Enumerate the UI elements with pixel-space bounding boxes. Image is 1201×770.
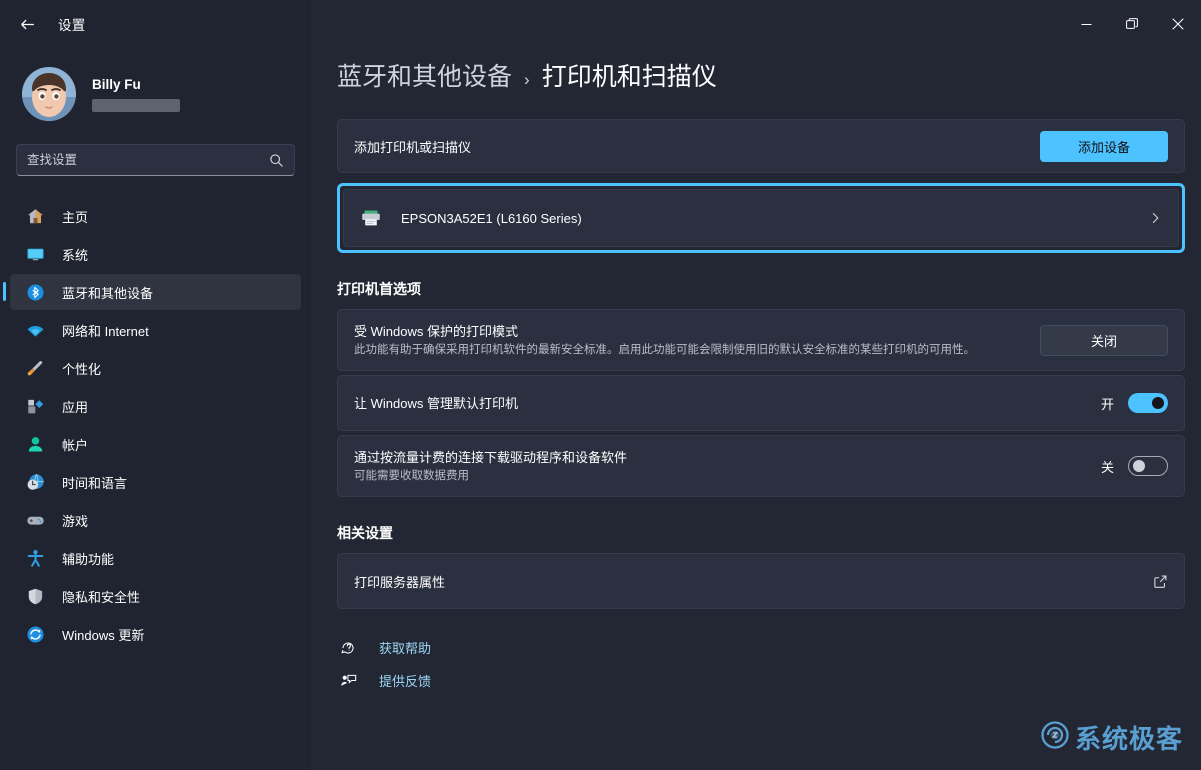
time-language-icon xyxy=(24,471,46,493)
sidebar-item-label: Windows 更新 xyxy=(62,627,145,643)
related-settings-heading: 相关设置 xyxy=(337,525,393,541)
sidebar-item-label: 辅助功能 xyxy=(62,551,115,567)
get-help-link[interactable]: 获取帮助 xyxy=(337,631,431,664)
chevron-right-icon xyxy=(1148,211,1162,225)
print-server-properties-label: 打印服务器属性 xyxy=(354,574,446,590)
help-icon xyxy=(337,639,359,656)
printer-preferences-heading: 打印机首选项 xyxy=(337,281,421,297)
sidebar-item-label: 网络和 Internet xyxy=(62,323,149,339)
settings-window: 设置 Billy Fu 查找设置 主页 系统 蓝牙和其他设备 网络和 Inter… xyxy=(0,0,1201,770)
printer-icon xyxy=(360,207,384,229)
page-title: 打印机和扫描仪 xyxy=(541,63,717,91)
profile-email-redacted xyxy=(92,98,180,112)
sidebar-item-apps[interactable]: 应用 xyxy=(10,388,301,424)
printer-highlight-outline: EPSON3A52E1 (L6160 Series) xyxy=(337,183,1185,253)
printer-list-item[interactable]: EPSON3A52E1 (L6160 Series) xyxy=(343,189,1179,247)
sidebar-item-personalization[interactable]: 个性化 xyxy=(10,350,301,386)
breadcrumb-parent[interactable]: 蓝牙和其他设备 xyxy=(337,57,512,93)
maximize-restore-button[interactable] xyxy=(1109,0,1155,48)
accounts-icon xyxy=(24,433,46,455)
profile-text: Billy Fu xyxy=(92,77,180,112)
footer-links: 获取帮助 提供反馈 xyxy=(337,631,1185,697)
apps-icon xyxy=(24,395,46,417)
feedback-icon xyxy=(337,672,359,689)
sidebar-nav: 主页 系统 蓝牙和其他设备 网络和 Internet 个性化 应用 帐户 时间和… xyxy=(0,198,311,652)
sidebar: Billy Fu 主页 xyxy=(0,0,311,770)
sidebar-item-label: 游戏 xyxy=(62,513,89,529)
personalization-icon xyxy=(24,357,46,379)
avatar xyxy=(22,67,76,121)
bluetooth-icon xyxy=(24,281,46,303)
sidebar-item-label: 个性化 xyxy=(62,361,102,377)
manage-default-printer-title: 让 Windows 管理默认打印机 xyxy=(354,395,518,411)
protected-print-mode-title: 受 Windows 保护的打印模式 xyxy=(354,323,518,339)
search-input[interactable] xyxy=(27,153,269,167)
sidebar-item-label: 帐户 xyxy=(62,437,89,453)
add-device-button[interactable]: 添加设备 xyxy=(1040,130,1168,162)
protected-print-mode-description: 此功能有助于确保采用打印机软件的最新安全标准。启用此功能可能会限制使用旧的默认安… xyxy=(354,343,975,356)
sidebar-item-network-internet[interactable]: 网络和 Internet xyxy=(10,312,301,348)
get-help-label: 获取帮助 xyxy=(379,641,432,656)
home-icon xyxy=(24,205,46,227)
sidebar-item-system[interactable]: 系统 xyxy=(10,236,301,272)
profile-name: Billy Fu xyxy=(92,76,141,92)
user-profile[interactable]: Billy Fu xyxy=(0,48,311,126)
add-printer-label: 添加打印机或扫描仪 xyxy=(354,139,472,155)
sidebar-item-windows-update[interactable]: Windows 更新 xyxy=(10,616,301,652)
sidebar-item-label: 主页 xyxy=(62,209,89,225)
manage-default-printer-toggle[interactable] xyxy=(1128,393,1168,413)
sidebar-item-accounts[interactable]: 帐户 xyxy=(10,426,301,462)
close-button[interactable] xyxy=(1155,0,1201,48)
sidebar-item-privacy-security[interactable]: 隐私和安全性 xyxy=(10,578,301,614)
external-link-icon xyxy=(1153,574,1168,589)
sidebar-item-label: 应用 xyxy=(62,399,89,415)
sidebar-item-label: 隐私和安全性 xyxy=(62,589,141,605)
sidebar-item-label: 蓝牙和其他设备 xyxy=(62,285,154,301)
manage-default-printer-row: 让 Windows 管理默认打印机 开 xyxy=(337,375,1185,431)
metered-download-title: 通过按流量计费的连接下载驱动程序和设备软件 xyxy=(354,449,628,465)
privacy-security-icon xyxy=(24,585,46,607)
manage-default-printer-state: 开 xyxy=(1100,396,1114,412)
system-icon xyxy=(24,243,46,265)
title-bar: 设置 xyxy=(0,0,1201,48)
gaming-icon xyxy=(24,509,46,531)
protected-print-mode-row: 受 Windows 保护的打印模式 此功能有助于确保采用打印机软件的最新安全标准… xyxy=(337,309,1185,371)
print-server-properties-row[interactable]: 打印服务器属性 xyxy=(337,553,1185,609)
main-content: 蓝牙和其他设备 › 打印机和扫描仪 添加打印机或扫描仪 添加设备 EPSON3A… xyxy=(311,0,1201,770)
breadcrumb: 蓝牙和其他设备 › 打印机和扫描仪 xyxy=(325,48,1185,93)
give-feedback-label: 提供反馈 xyxy=(379,674,432,689)
printer-name: EPSON3A52E1 (L6160 Series) xyxy=(401,210,582,226)
metered-download-state: 关 xyxy=(1100,459,1114,475)
breadcrumb-separator-icon: › xyxy=(524,70,530,89)
metered-download-toggle[interactable] xyxy=(1128,456,1168,476)
sidebar-item-label: 时间和语言 xyxy=(62,475,128,491)
protected-print-mode-button[interactable]: 关闭 xyxy=(1040,324,1168,356)
sidebar-item-home[interactable]: 主页 xyxy=(10,198,301,234)
add-printer-card: 添加打印机或扫描仪 添加设备 xyxy=(337,119,1185,173)
sidebar-item-bluetooth-devices[interactable]: 蓝牙和其他设备 xyxy=(3,274,301,310)
metered-download-description: 可能需要收取数据费用 xyxy=(354,469,469,482)
accessibility-icon xyxy=(24,547,46,569)
sidebar-item-gaming[interactable]: 游戏 xyxy=(10,502,301,538)
give-feedback-link[interactable]: 提供反馈 xyxy=(337,664,431,697)
sidebar-item-time-language[interactable]: 时间和语言 xyxy=(10,464,301,500)
sidebar-item-label: 系统 xyxy=(62,247,89,263)
sidebar-item-accessibility[interactable]: 辅助功能 xyxy=(10,540,301,576)
minimize-button[interactable] xyxy=(1063,0,1109,48)
back-button[interactable] xyxy=(8,8,46,40)
search-box[interactable] xyxy=(16,144,295,176)
search-icon xyxy=(269,153,284,168)
network-icon xyxy=(24,319,46,341)
metered-download-row: 通过按流量计费的连接下载驱动程序和设备软件 可能需要收取数据费用 关 xyxy=(337,435,1185,497)
windows-update-icon xyxy=(24,623,46,645)
window-title: 设置 xyxy=(58,18,86,33)
